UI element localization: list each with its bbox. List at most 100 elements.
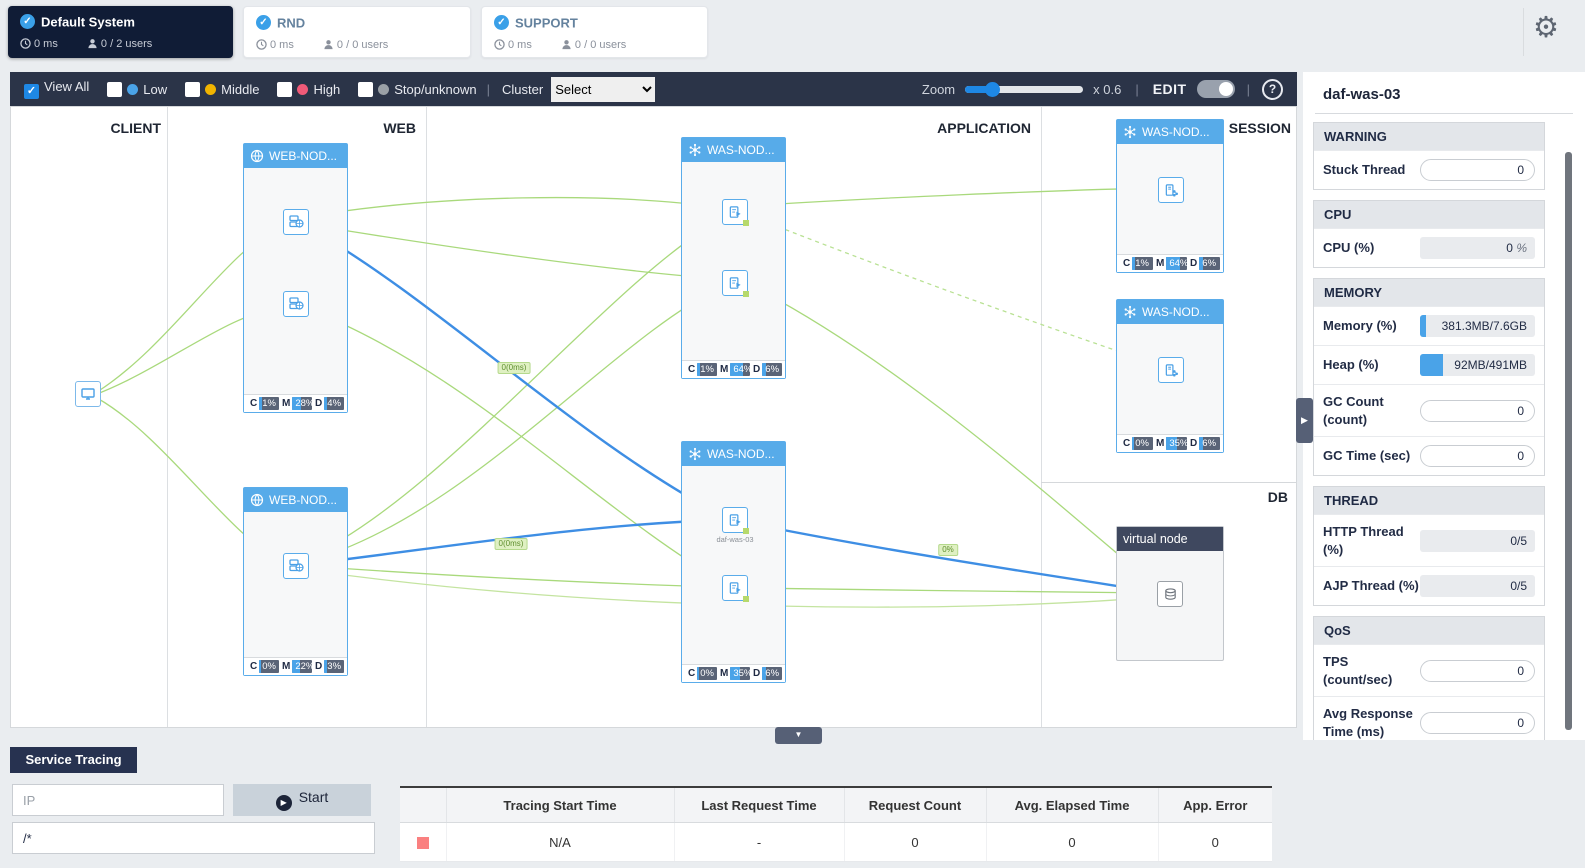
qos-section: QoS TPS (count/sec) 0 Avg Response Time (…	[1313, 616, 1545, 740]
cpu-stat-label: C	[250, 661, 258, 672]
apm-dashboard: ✓ Default System 0 ms 0 / 2 users ✓ RND 0 …	[0, 0, 1585, 868]
trace-status-marker	[416, 837, 429, 850]
url-pattern-input[interactable]	[12, 822, 375, 854]
memory-stat-label: M	[719, 364, 729, 375]
help-icon[interactable]: ?	[1262, 78, 1283, 100]
middle-checkbox[interactable]	[185, 81, 201, 97]
node-virtual-db[interactable]: virtual node	[1116, 526, 1224, 661]
topology-toolbar: ✓ View All Low Middle High Stop/unknown |…	[10, 72, 1297, 106]
play-icon: ▶	[275, 795, 292, 811]
web-server-icon[interactable]	[283, 209, 309, 235]
col-request-count: Request Count	[844, 786, 987, 823]
system-latency: 0 ms	[270, 39, 294, 51]
panel-scrollbar[interactable]	[1565, 152, 1572, 730]
section-header: CPU	[1314, 201, 1544, 228]
node-title: WAS-NOD...	[707, 447, 775, 461]
was-instance-icon[interactable]	[722, 199, 749, 226]
memory-label: Memory (%)	[1323, 318, 1397, 334]
cpu-section: CPU CPU (%) 0 %	[1313, 200, 1545, 268]
system-name: SUPPORT	[515, 15, 578, 31]
node-title: WAS-NOD...	[1142, 305, 1210, 319]
node-session-1[interactable]: WAS-NOD... C 1% M 64% D 6%	[1116, 119, 1224, 273]
http-thread-label: HTTP Thread (%)	[1323, 524, 1404, 557]
ajp-thread-label: AJP Thread (%)	[1323, 578, 1419, 594]
disk-stat-label: D	[315, 398, 323, 409]
node-was-2[interactable]: WAS-NOD... daf-was-03 C0% M35% D6%	[681, 441, 786, 683]
disk-stat-chip: 3%	[324, 660, 345, 673]
col-tracing-start-time: Tracing Start Time	[446, 786, 675, 823]
avg-response-label: Avg Response Time (ms)	[1323, 706, 1413, 739]
was-instance-icon[interactable]	[722, 575, 749, 602]
settings-gear-icon[interactable]: ⚙	[1533, 14, 1559, 43]
client-node-icon[interactable]	[75, 381, 101, 407]
cell-app-error: 0	[1158, 822, 1272, 862]
system-users: 0 / 2 users	[100, 38, 153, 50]
was-instance-icon[interactable]	[722, 270, 749, 297]
system-users: 0 / 0 users	[336, 39, 389, 51]
cpu-stat-label: C	[688, 364, 696, 375]
view-all-checkbox[interactable]: ✓	[24, 84, 39, 99]
high-checkbox[interactable]	[277, 81, 293, 97]
edit-toggle[interactable]	[1196, 80, 1235, 98]
edge-label: 0(0ms)	[497, 362, 531, 374]
system-name: RND	[277, 15, 306, 31]
system-card-rnd[interactable]: ✓ RND 0 ms 0 / 0 users	[243, 6, 471, 58]
cell-avg-elapsed: 0	[986, 822, 1159, 862]
stop-status-dot	[378, 83, 390, 95]
session-server-icon[interactable]	[1158, 177, 1184, 203]
system-card-default[interactable]: ✓ Default System 0 ms 0 / 2 users	[8, 6, 233, 58]
globe-icon	[250, 493, 264, 507]
node-web-1[interactable]: WEB-NOD... C1% M28% D4%	[243, 143, 348, 413]
disk-stat-label: D	[753, 668, 761, 679]
warning-section: WARNING Stuck Thread 0	[1313, 122, 1545, 190]
node-web-2[interactable]: WEB-NOD... C0% M22% D3%	[243, 487, 348, 676]
ajp-thread-value-bar: 0/5	[1420, 575, 1535, 598]
topology-edges	[96, 184, 1160, 608]
tracing-table-row[interactable]: N/A - 0 0 0	[400, 822, 1272, 862]
zoom-factor: x 0.6	[1093, 81, 1122, 97]
start-button[interactable]: ▶ Start	[233, 784, 371, 816]
web-server-icon[interactable]	[283, 553, 309, 579]
was-instance-icon-daf-was-03[interactable]	[722, 507, 749, 534]
node-detail-panel: daf-was-03 WARNING Stuck Thread 0 CPU CPU…	[1303, 72, 1585, 740]
avg-response-value: 0	[1420, 711, 1535, 734]
cluster-icon	[689, 143, 701, 157]
section-header: QoS	[1314, 617, 1544, 645]
ip-input[interactable]	[12, 784, 224, 816]
divider	[1523, 8, 1524, 56]
memory-section: MEMORY Memory (%) 381.3MB/7.6GB Heap (%) 9…	[1313, 278, 1545, 477]
cluster-select[interactable]: Select	[551, 76, 656, 102]
node-title: virtual node	[1123, 532, 1188, 546]
database-icon[interactable]	[1157, 581, 1183, 607]
collapse-bottom-button[interactable]: ▼	[775, 727, 822, 744]
node-was-1[interactable]: WAS-NOD... C1% M64% D6%	[681, 137, 786, 379]
edit-label: EDIT	[1152, 81, 1187, 97]
node-title: WEB-NOD...	[269, 493, 337, 507]
system-card-support[interactable]: ✓ SUPPORT 0 ms 0 / 0 users	[481, 6, 708, 58]
cpu-stat-label: C	[250, 398, 258, 409]
node-title: WAS-NOD...	[1142, 125, 1210, 139]
panel-collapse-tab[interactable]: ▶	[1296, 398, 1313, 443]
system-latency: 0 ms	[34, 38, 58, 50]
session-server-icon[interactable]	[1158, 357, 1184, 383]
low-checkbox[interactable]	[107, 81, 123, 97]
section-header: THREAD	[1314, 487, 1544, 515]
high-status-dot	[297, 83, 309, 95]
web-server-icon[interactable]	[283, 291, 309, 317]
zoom-slider-thumb[interactable]	[985, 81, 1001, 97]
clock-icon	[20, 38, 31, 49]
stop-checkbox[interactable]	[358, 81, 374, 97]
cpu-value-bar: 0 %	[1420, 237, 1535, 259]
cpu-stat-chip: 0%	[697, 667, 717, 680]
col-avg-elapsed-time: Avg. Elapsed Time	[986, 786, 1159, 823]
cpu-stat-label: C	[1123, 258, 1131, 269]
disk-stat-label: D	[753, 364, 761, 375]
cluster-icon	[1124, 305, 1136, 319]
memory-stat-chip: 35%	[730, 667, 751, 680]
tps-value: 0	[1420, 659, 1535, 682]
tab-service-tracing[interactable]: Service Tracing	[10, 747, 137, 773]
zoom-slider[interactable]	[965, 81, 1084, 97]
low-label: Low	[143, 81, 168, 97]
heap-label: Heap (%)	[1323, 357, 1379, 373]
node-session-2[interactable]: WAS-NOD... C 0% M 35% D 6%	[1116, 299, 1224, 453]
